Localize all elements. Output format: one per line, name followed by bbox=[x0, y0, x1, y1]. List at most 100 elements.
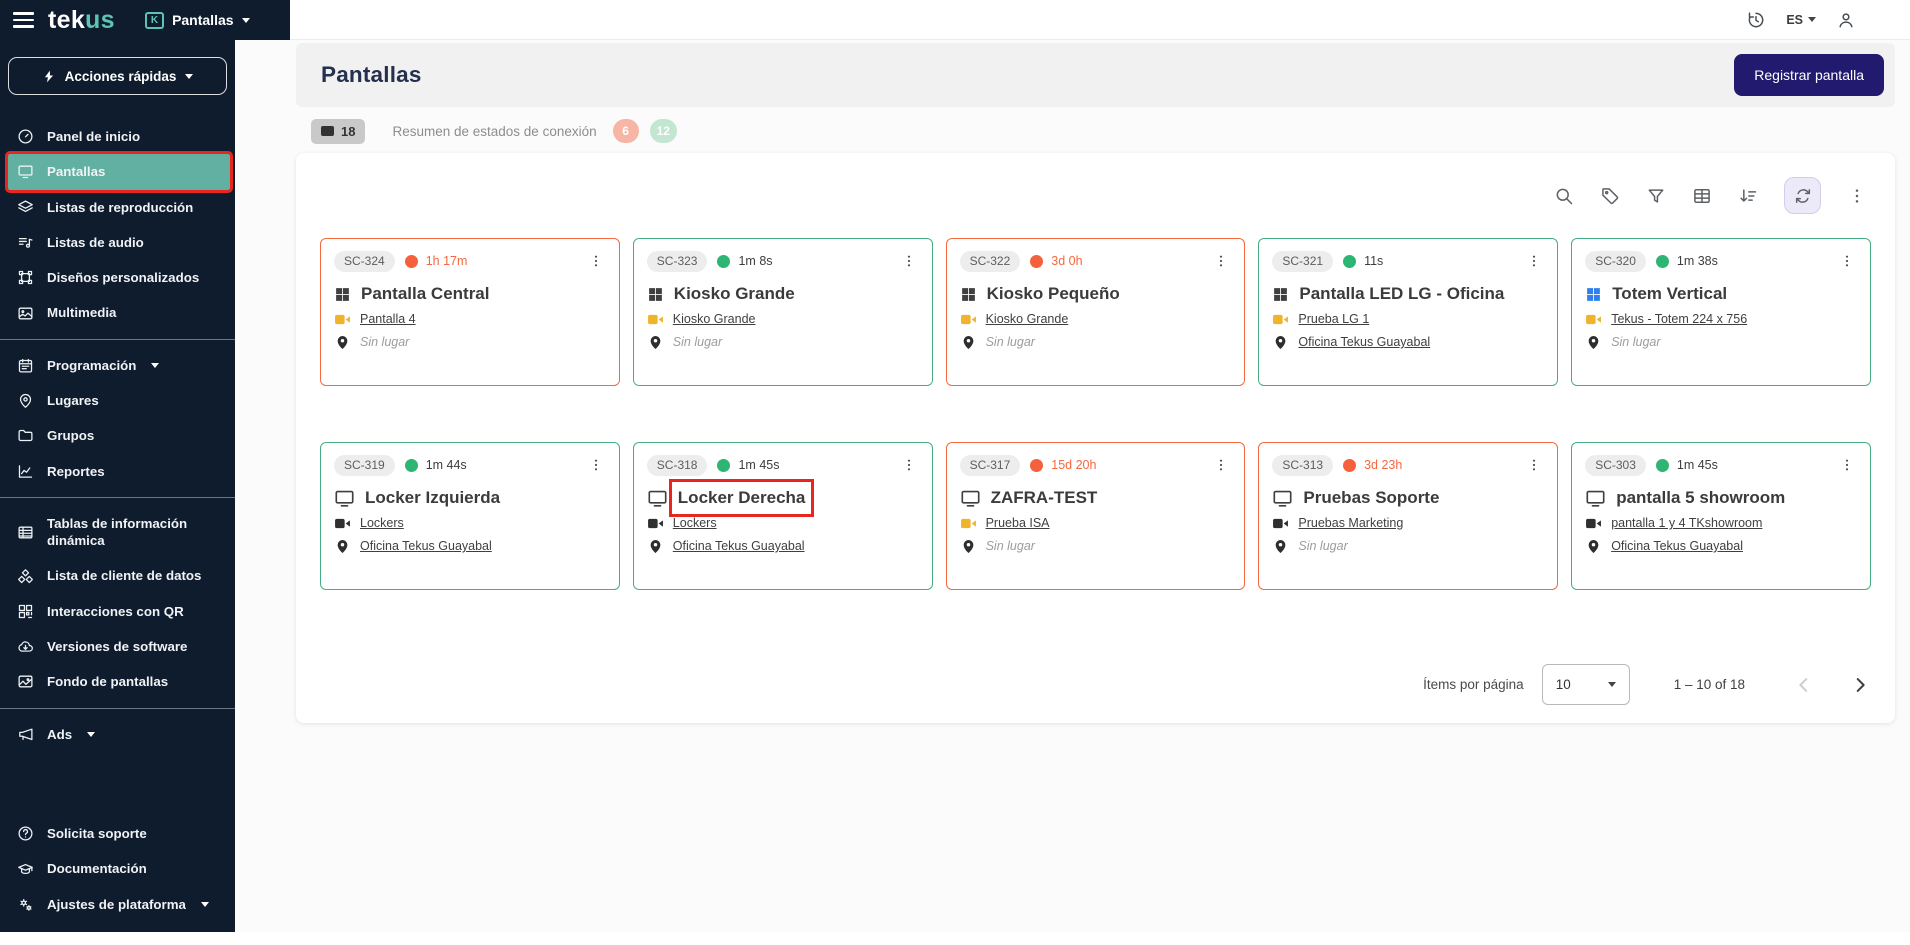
topbar-actions: ES bbox=[1746, 0, 1910, 39]
screen-card[interactable]: SC-3031m 45spantalla 5 showroompantalla … bbox=[1571, 442, 1871, 590]
divider bbox=[0, 339, 235, 340]
monitor-icon bbox=[17, 163, 34, 180]
sidebar-item-interacciones-con-qr[interactable]: Interacciones con QR bbox=[0, 594, 235, 629]
card-menu-button[interactable] bbox=[1211, 454, 1231, 476]
sidebar-item-label: Solicita soporte bbox=[47, 825, 147, 842]
location-link[interactable]: Oficina Tekus Guayabal bbox=[1611, 539, 1743, 553]
search-icon[interactable] bbox=[1554, 186, 1574, 206]
sidebar-item-tablas-de-informaci-n-din-mica[interactable]: Tablas de información dinámica bbox=[0, 506, 235, 559]
status-dot bbox=[405, 255, 418, 268]
sidebar-item-fondo-de-pantallas[interactable]: Fondo de pantallas bbox=[0, 664, 235, 699]
card-menu-button[interactable] bbox=[1211, 250, 1231, 272]
sort-descending-icon[interactable] bbox=[1738, 186, 1758, 206]
screen-card[interactable]: SC-31715d 20hZAFRA-TESTPrueba ISASin lug… bbox=[946, 442, 1246, 590]
card-menu-button[interactable] bbox=[899, 250, 919, 272]
location-text: Sin lugar bbox=[1298, 539, 1347, 553]
screen-card[interactable]: SC-3191m 44sLocker IzquierdaLockersOfici… bbox=[320, 442, 620, 590]
sidebar-item-lista-de-cliente-de-datos[interactable]: Lista de cliente de datos bbox=[0, 558, 235, 593]
sidebar-item-lugares[interactable]: Lugares bbox=[0, 383, 235, 418]
location-link[interactable]: Oficina Tekus Guayabal bbox=[1298, 335, 1430, 349]
table-view-icon[interactable] bbox=[1692, 186, 1712, 206]
screen-id-badge: SC-319 bbox=[334, 455, 395, 476]
card-menu-button[interactable] bbox=[1524, 454, 1544, 476]
language-selector[interactable]: ES bbox=[1786, 13, 1816, 27]
sidebar-item-reportes[interactable]: Reportes bbox=[0, 454, 235, 489]
sidebar-item-dise-os-personalizados[interactable]: Diseños personalizados bbox=[0, 260, 235, 295]
history-icon[interactable] bbox=[1746, 10, 1766, 30]
playlist-link[interactable]: Kiosko Grande bbox=[673, 312, 756, 326]
screen-card[interactable]: SC-3241h 17mPantalla CentralPantalla 4Si… bbox=[320, 238, 620, 386]
playlist-link[interactable]: Prueba LG 1 bbox=[1298, 312, 1369, 326]
screen-name: pantalla 5 showroom bbox=[1616, 488, 1785, 508]
screen-card[interactable]: SC-32111sPantalla LED LG - OficinaPrueba… bbox=[1258, 238, 1558, 386]
sidebar-item-label: Lugares bbox=[47, 392, 99, 409]
next-page-button[interactable] bbox=[1849, 674, 1871, 696]
sync-icon[interactable] bbox=[1784, 177, 1821, 214]
card-menu-button[interactable] bbox=[1837, 250, 1857, 272]
playlist-link[interactable]: Pruebas Marketing bbox=[1298, 516, 1403, 530]
sidebar-item-listas-de-reproducci-n[interactable]: Listas de reproducción bbox=[0, 190, 235, 225]
app-switcher[interactable]: K Pantallas bbox=[145, 12, 250, 29]
card-menu-button[interactable] bbox=[586, 250, 606, 272]
screen-card[interactable]: SC-3181m 45sLocker DerechaLockersOficina… bbox=[633, 442, 933, 590]
playlist-link[interactable]: Tekus - Totem 224 x 756 bbox=[1611, 312, 1747, 326]
prev-page-button[interactable] bbox=[1793, 674, 1815, 696]
sidebar-item-listas-de-audio[interactable]: Listas de audio bbox=[0, 225, 235, 260]
chevron-down-icon bbox=[201, 902, 209, 907]
sidebar-item-documentaci-n[interactable]: Documentación bbox=[0, 851, 235, 886]
total-screens-chip: 18 bbox=[311, 119, 365, 144]
vector-square-icon bbox=[17, 269, 34, 286]
total-screens-count: 18 bbox=[341, 124, 355, 139]
screen-card[interactable]: SC-3231m 8sKiosko GrandeKiosko GrandeSin… bbox=[633, 238, 933, 386]
screen-card[interactable]: SC-3223d 0hKiosko PequeñoKiosko GrandeSi… bbox=[946, 238, 1246, 386]
sidebar-item-ads[interactable]: Ads bbox=[0, 717, 235, 752]
page-size-select[interactable]: 10 bbox=[1542, 664, 1630, 705]
chevron-down-icon bbox=[185, 74, 193, 79]
screen-card[interactable]: SC-3133d 23hPruebas SoportePruebas Marke… bbox=[1258, 442, 1558, 590]
page-range-label: 1 – 10 of 18 bbox=[1674, 677, 1745, 692]
folder-icon bbox=[17, 427, 34, 444]
sidebar-item-multimedia[interactable]: Multimedia bbox=[0, 295, 235, 330]
quick-actions-button[interactable]: Acciones rápidas bbox=[8, 57, 227, 95]
menu-icon[interactable] bbox=[13, 12, 34, 27]
location-link[interactable]: Oficina Tekus Guayabal bbox=[673, 539, 805, 553]
playlist-link[interactable]: Pantalla 4 bbox=[360, 312, 416, 326]
sidebar-item-solicita-soporte[interactable]: Solicita soporte bbox=[0, 816, 235, 851]
register-screen-button[interactable]: Registrar pantalla bbox=[1734, 54, 1884, 96]
uptime-text: 3d 0h bbox=[1051, 254, 1082, 268]
filter-icon[interactable] bbox=[1646, 186, 1666, 206]
quick-actions-label: Acciones rápidas bbox=[65, 69, 177, 84]
screen-id-badge: SC-322 bbox=[960, 251, 1021, 272]
playlist-link[interactable]: Lockers bbox=[673, 516, 717, 530]
sidebar-item-programaci-n[interactable]: Programación bbox=[0, 348, 235, 383]
sidebar-item-pantallas[interactable]: Pantallas bbox=[8, 154, 230, 189]
table-icon bbox=[17, 524, 34, 541]
playlist-link[interactable]: pantalla 1 y 4 TKshowroom bbox=[1611, 516, 1762, 530]
sidebar-item-label: Panel de inicio bbox=[47, 128, 140, 145]
location-text: Sin lugar bbox=[1611, 335, 1660, 349]
sidebar-item-panel-de-inicio[interactable]: Panel de inicio bbox=[0, 119, 235, 154]
screen-name: Locker Derecha bbox=[678, 488, 806, 508]
sidebar-item-label: Pantallas bbox=[47, 163, 105, 180]
sidebar-item-grupos[interactable]: Grupos bbox=[0, 418, 235, 453]
more-options-icon[interactable] bbox=[1847, 186, 1867, 206]
sidebar-item-versiones-de-software[interactable]: Versiones de software bbox=[0, 629, 235, 664]
sidebar-item-ajustes-de-plataforma[interactable]: Ajustes de plataforma bbox=[0, 887, 235, 922]
online-count-badge: 12 bbox=[650, 119, 677, 143]
tag-icon[interactable] bbox=[1600, 186, 1620, 206]
card-menu-button[interactable] bbox=[899, 454, 919, 476]
card-menu-button[interactable] bbox=[1837, 454, 1857, 476]
playlist-link[interactable]: Prueba ISA bbox=[986, 516, 1050, 530]
uptime-text: 11s bbox=[1364, 254, 1383, 268]
playlist-link[interactable]: Lockers bbox=[360, 516, 404, 530]
screen-name: Kiosko Grande bbox=[674, 284, 795, 304]
sidebar-item-label: Programación bbox=[47, 357, 136, 374]
card-menu-button[interactable] bbox=[586, 454, 606, 476]
screen-card[interactable]: SC-3201m 38sTotem VerticalTekus - Totem … bbox=[1571, 238, 1871, 386]
card-menu-button[interactable] bbox=[1524, 250, 1544, 272]
status-dot bbox=[717, 459, 730, 472]
help-circle-icon bbox=[17, 825, 34, 842]
user-icon[interactable] bbox=[1836, 10, 1856, 30]
location-link[interactable]: Oficina Tekus Guayabal bbox=[360, 539, 492, 553]
playlist-link[interactable]: Kiosko Grande bbox=[986, 312, 1069, 326]
